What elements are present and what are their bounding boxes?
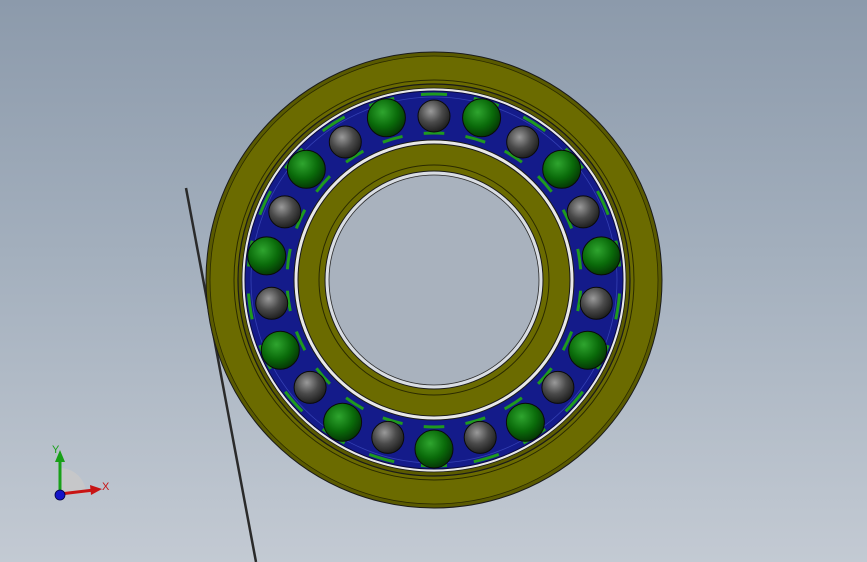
bore: [330, 176, 538, 384]
ball-gray[interactable]: [579, 286, 613, 320]
ball-gray[interactable]: [268, 195, 302, 229]
ball-green[interactable]: [568, 330, 608, 370]
ball-gray[interactable]: [371, 420, 405, 454]
ball-gray[interactable]: [541, 370, 575, 404]
x-arrow-head: [90, 485, 102, 495]
ball-green[interactable]: [366, 98, 406, 138]
graphics-viewport[interactable]: [0, 0, 867, 562]
ball-green[interactable]: [286, 149, 326, 189]
ball-gray[interactable]: [293, 370, 327, 404]
ball-gray[interactable]: [566, 195, 600, 229]
ball-gray[interactable]: [506, 125, 540, 159]
ball-green[interactable]: [323, 402, 363, 442]
ball-green[interactable]: [260, 330, 300, 370]
ball-green[interactable]: [581, 236, 621, 276]
ball-green[interactable]: [505, 402, 545, 442]
reference-triad: Y X: [52, 444, 110, 501]
ball-gray[interactable]: [463, 420, 497, 454]
x-axis-label: X: [102, 481, 110, 493]
ball-gray[interactable]: [255, 286, 289, 320]
ball-green[interactable]: [414, 429, 454, 469]
ball-green[interactable]: [462, 98, 502, 138]
y-axis-label: Y: [52, 444, 60, 456]
ball-gray[interactable]: [417, 99, 451, 133]
ball-green[interactable]: [542, 149, 582, 189]
origin-sphere: [54, 489, 66, 501]
ball-green[interactable]: [247, 236, 287, 276]
ball-gray[interactable]: [328, 125, 362, 159]
